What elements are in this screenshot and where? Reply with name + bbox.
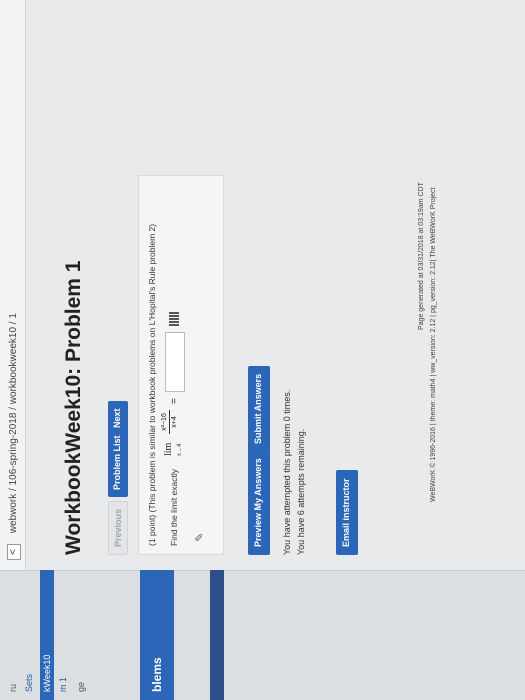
sidebar-item-problems[interactable]: blems: [140, 570, 174, 700]
sidebar-item-week[interactable]: kWeek10: [40, 570, 54, 700]
sidebar-item[interactable]: ge: [76, 682, 86, 692]
denominator: x+4: [171, 416, 178, 428]
footer-generated: Page generated at 03/31/2018 at 03:19am …: [418, 182, 425, 330]
back-chevron-icon[interactable]: <: [7, 544, 21, 560]
footer-copyright: WeBWorK © 1996-2016 | theme: math4 | ww_…: [430, 187, 437, 503]
problem-prompt: Find the limit exactly: [169, 469, 179, 546]
attempts-remaining: You have 6 attempts remaining.: [296, 428, 306, 555]
problem-box: (1 point) (This problem is similar to wo…: [138, 175, 224, 555]
answer-input[interactable]: [165, 332, 185, 392]
breadcrumb: < webwork / 106-spring-2018 / workbookwe…: [0, 0, 26, 570]
breadcrumb-path[interactable]: webwork / 106-spring-2018 / workbookweek…: [8, 313, 19, 533]
equals-sign: =: [169, 398, 180, 404]
limit-subscript: x→4: [177, 443, 183, 456]
email-instructor-button[interactable]: Email instructor: [336, 470, 358, 555]
next-button[interactable]: Next: [108, 401, 128, 435]
sidebar-item[interactable]: ru: [8, 684, 18, 692]
attempts-status: You have attempted this problem 0 times.: [282, 389, 292, 555]
sidebar-item-label: blems: [150, 657, 164, 692]
fraction: x²−16 x+4: [161, 410, 178, 434]
webwork-page: ru Sets kWeek10 m 1 ge blems < webwork /…: [0, 0, 525, 700]
problem-intro: (1 point) (This problem is similar to wo…: [147, 223, 157, 546]
sidebar-item-sets[interactable]: Sets: [24, 674, 34, 692]
problem-list-button[interactable]: Problem List: [108, 428, 128, 497]
sidebar-divider: [210, 570, 224, 700]
numerator: x²−16: [161, 413, 168, 431]
sidebar: ru Sets kWeek10 m 1 ge blems: [0, 570, 525, 700]
submit-answers-button[interactable]: Submit Answers: [248, 365, 270, 452]
previous-button[interactable]: Previous: [108, 500, 128, 555]
preview-answers-button[interactable]: Preview My Answers: [248, 450, 270, 555]
page-title: WorkbookWeek10: Problem 1: [62, 260, 85, 555]
fraction-bar: [169, 410, 170, 434]
sidebar-item-problem[interactable]: m 1: [58, 677, 68, 692]
pencil-icon[interactable]: ✎: [193, 533, 206, 542]
limit-symbol: lim: [163, 442, 174, 456]
sidebar-item-label: kWeek10: [42, 654, 52, 692]
equation-editor-icon[interactable]: [169, 312, 179, 326]
